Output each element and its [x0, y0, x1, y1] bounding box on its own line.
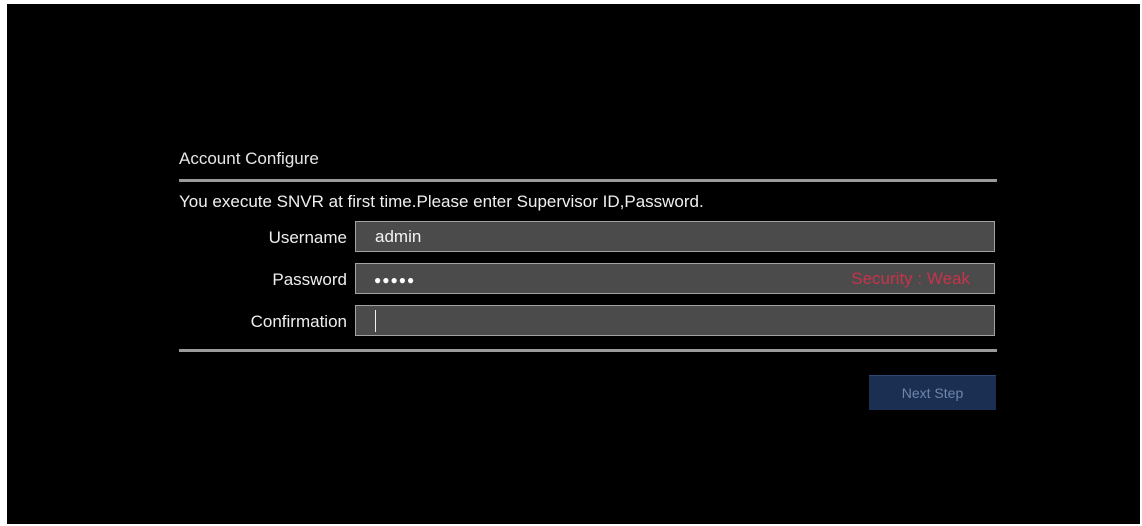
- password-masked-value: ●●●●●: [374, 273, 416, 287]
- next-step-button[interactable]: Next Step: [869, 375, 996, 410]
- bottom-divider: [179, 349, 997, 352]
- dialog-title: Account Configure: [179, 149, 319, 168]
- password-label: Password: [272, 270, 347, 289]
- text-cursor: [375, 310, 376, 332]
- top-divider: [179, 179, 997, 182]
- username-field[interactable]: admin: [355, 221, 995, 252]
- password-field[interactable]: ●●●●● Security : Weak: [355, 263, 995, 294]
- username-value: admin: [375, 227, 422, 246]
- confirmation-field[interactable]: [355, 305, 995, 336]
- setup-message: You execute SNVR at first time.Please en…: [179, 192, 704, 211]
- password-security-indicator: Security : Weak: [851, 269, 970, 288]
- confirmation-label: Confirmation: [250, 312, 347, 331]
- username-label: Username: [268, 228, 347, 247]
